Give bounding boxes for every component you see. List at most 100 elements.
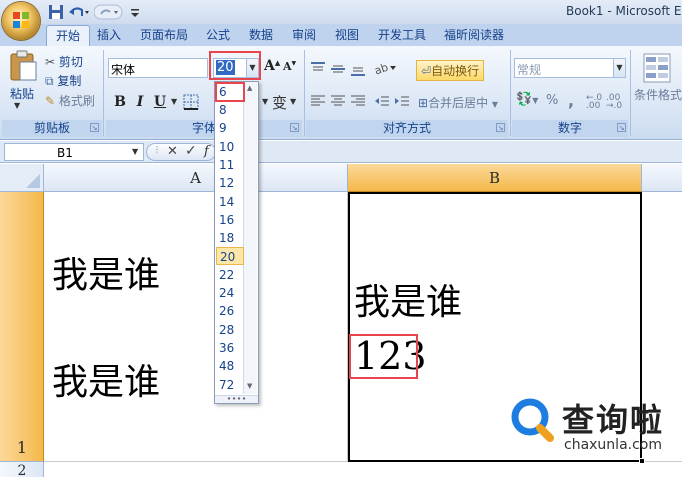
confirm-entry-icon[interactable]: ✓ <box>185 143 197 159</box>
font-size-option[interactable]: 72 <box>216 376 244 394</box>
font-size-option[interactable]: 10 <box>216 138 244 156</box>
format-painter-button[interactable]: ✎ 格式刷 <box>45 92 95 109</box>
column-header-b[interactable]: B <box>348 164 642 192</box>
cell-a1[interactable] <box>44 192 348 462</box>
accounting-dropdown-icon: ▼ <box>532 96 539 105</box>
font-launcher-icon[interactable]: ↘ <box>290 123 299 132</box>
scissors-icon: ✂ <box>45 55 56 69</box>
font-size-option[interactable]: 14 <box>216 193 244 211</box>
alignment-launcher-icon[interactable]: ↘ <box>496 123 505 132</box>
fill-handle[interactable] <box>639 458 645 464</box>
font-size-option[interactable]: 28 <box>216 321 244 339</box>
tab-home[interactable]: 开始 <box>46 25 90 46</box>
column-header-a[interactable]: A <box>44 164 348 192</box>
orientation-icon[interactable]: ab <box>372 60 398 76</box>
conditional-format-icon[interactable] <box>642 52 672 84</box>
tab-view[interactable]: 视图 <box>335 25 359 46</box>
scroll-down-icon[interactable]: ▼ <box>247 382 252 390</box>
paste-dropdown-icon[interactable]: ▼ <box>14 101 20 110</box>
watermark-brand-cn: 查询啦 <box>562 401 665 439</box>
align-top-icon[interactable] <box>310 62 326 76</box>
percent-button[interactable]: % <box>546 93 558 108</box>
font-size-option-current[interactable]: 20 <box>216 247 244 265</box>
office-button[interactable] <box>2 2 40 40</box>
conditional-format-button[interactable]: 条件格式 <box>634 86 682 103</box>
borders-icon[interactable] <box>182 93 200 111</box>
font-name-combo[interactable]: 宋体 <box>108 58 208 78</box>
font-size-option[interactable]: 18 <box>216 229 244 247</box>
save-icon[interactable] <box>48 4 64 20</box>
increase-decimal-icon[interactable]: ←.0.00 <box>586 94 602 111</box>
select-all-triangle-icon <box>26 174 40 188</box>
name-box[interactable]: B1 <box>4 143 144 161</box>
tab-formulas[interactable]: 公式 <box>206 25 230 46</box>
tab-data[interactable]: 数据 <box>249 25 273 46</box>
fill-color-dropdown-icon[interactable]: ▼ <box>262 97 268 106</box>
scroll-up-icon[interactable]: ▲ <box>247 84 252 92</box>
column-header-c[interactable] <box>642 164 682 192</box>
merge-center-button[interactable]: ⊞合并后居中 ▼ <box>418 94 498 111</box>
copy-button[interactable]: ⧉ 复制 <box>45 72 81 89</box>
align-middle-icon[interactable] <box>330 62 346 76</box>
font-name-value: 宋体 <box>111 63 136 77</box>
accounting-format-button[interactable]: 💱▼ <box>516 92 538 107</box>
increase-indent-icon[interactable] <box>394 94 410 108</box>
font-size-option[interactable]: 48 <box>216 357 244 375</box>
font-size-option[interactable]: 22 <box>216 266 244 284</box>
row-header-1[interactable] <box>0 192 44 462</box>
insert-function-icon[interactable]: f <box>204 144 209 159</box>
dropdown-scrollbar[interactable]: ▲ ▼ <box>243 82 257 394</box>
font-group-label: 字体 <box>106 120 302 137</box>
font-size-option[interactable]: 16 <box>216 211 244 229</box>
cancel-entry-icon[interactable]: ✕ <box>167 144 178 159</box>
number-format-dropdown-icon[interactable]: ▼ <box>613 59 625 77</box>
customize-quick-access-icon[interactable] <box>130 4 140 20</box>
grow-font-button[interactable]: A▲ <box>264 58 280 74</box>
undo-icon[interactable] <box>68 4 90 20</box>
group-separator <box>103 50 104 136</box>
cut-button[interactable]: ✂ 剪切 <box>45 53 83 70</box>
shrink-arrow-icon: ▼ <box>291 60 297 67</box>
wrap-text-button[interactable]: ⏎自动换行 <box>416 60 485 81</box>
select-all-corner[interactable] <box>0 164 44 192</box>
brush-icon: ✎ <box>45 94 56 108</box>
font-size-option[interactable]: 8 <box>216 101 244 119</box>
align-right-icon[interactable] <box>350 94 366 108</box>
font-size-option[interactable]: 26 <box>216 302 244 320</box>
tab-review[interactable]: 审阅 <box>292 25 316 46</box>
clipboard-launcher-icon[interactable]: ↘ <box>90 123 99 132</box>
shrink-font-button[interactable]: A▼ <box>283 60 296 73</box>
tab-foxit-reader[interactable]: 福昕阅读器 <box>444 25 504 46</box>
underline-dropdown-icon[interactable]: ▼ <box>171 97 177 106</box>
paste-icon[interactable] <box>8 50 38 82</box>
paste-button[interactable]: 粘贴 <box>10 85 34 102</box>
font-size-option[interactable]: 9 <box>216 119 244 137</box>
font-color-dropdown-icon[interactable]: ▼ <box>290 97 296 106</box>
align-left-icon[interactable] <box>310 94 326 108</box>
bold-button[interactable]: B <box>110 92 130 112</box>
redo-icon[interactable] <box>94 4 124 20</box>
tab-page-layout[interactable]: 页面布局 <box>140 25 188 46</box>
merge-icon: ⊞ <box>418 96 429 110</box>
font-size-option[interactable]: 12 <box>216 174 244 192</box>
font-color-icon[interactable]: 变 <box>272 92 287 113</box>
decrease-decimal-icon[interactable]: .00 →.0 <box>606 94 622 111</box>
align-center-icon[interactable] <box>330 94 346 108</box>
italic-button[interactable]: I <box>130 92 150 112</box>
number-format-value: 常规 <box>517 63 542 77</box>
tab-developer[interactable]: 开发工具 <box>378 25 426 46</box>
number-format-combo[interactable]: 常规 ▼ <box>514 58 626 78</box>
underline-button[interactable]: U <box>150 92 170 112</box>
dropdown-resize-grip-icon[interactable]: ∙∙∙∙ <box>215 395 258 403</box>
clipboard-group-label: 剪贴板 <box>2 120 102 137</box>
group-separator <box>510 50 511 136</box>
comma-button[interactable]: , <box>568 91 574 110</box>
name-box-dropdown-icon[interactable]: ▼ <box>132 147 138 156</box>
number-launcher-icon[interactable]: ↘ <box>617 123 626 132</box>
font-size-option[interactable]: 24 <box>216 284 244 302</box>
decrease-indent-icon[interactable] <box>374 94 390 108</box>
tab-insert[interactable]: 插入 <box>97 25 121 46</box>
align-bottom-icon[interactable] <box>350 62 366 76</box>
font-size-option[interactable]: 11 <box>216 156 244 174</box>
font-size-option[interactable]: 36 <box>216 339 244 357</box>
